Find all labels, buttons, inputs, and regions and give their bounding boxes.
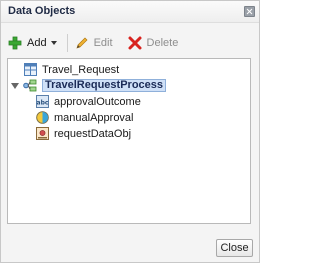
tree-item-label: approvalOutcome [54, 95, 141, 108]
delete-label: Delete [146, 37, 179, 49]
data-objects-tree[interactable]: Travel_Request TravelRequestProcess abc [7, 58, 251, 224]
edit-label: Edit [93, 37, 113, 49]
delete-button[interactable]: Delete [125, 32, 185, 54]
tree-item-travel-request[interactable]: Travel_Request [24, 62, 119, 77]
plus-icon [7, 35, 23, 51]
add-button[interactable]: Add [5, 32, 63, 54]
svg-text:abc: abc [37, 100, 49, 107]
pencil-icon [74, 35, 90, 51]
expand-triangle-icon[interactable] [11, 82, 19, 89]
add-label: Add [27, 37, 47, 49]
table-icon [24, 63, 37, 76]
delete-x-icon [127, 35, 143, 51]
tree-item-label: manualApproval [54, 111, 134, 124]
tree-item-request-data-obj[interactable]: requestDataObj [36, 126, 131, 141]
data-objects-dialog: Data Objects Add Edit Delete Travel_Requ… [0, 0, 260, 263]
dialog-titlebar: Data Objects [1, 1, 259, 23]
close-icon[interactable] [244, 6, 255, 17]
chevron-down-icon [50, 41, 57, 45]
close-button[interactable]: Close [216, 239, 253, 257]
tree-item-label: Travel_Request [42, 63, 120, 76]
business-object-icon [36, 127, 49, 140]
tree-item-travel-request-process[interactable]: TravelRequestProcess [11, 78, 167, 93]
edit-button[interactable]: Edit [72, 32, 119, 54]
boolean-var-icon [36, 111, 49, 124]
dialog-title: Data Objects [8, 5, 76, 17]
tree-item-label: TravelRequestProcess [42, 79, 167, 92]
toolbar: Add Edit Delete [5, 32, 184, 54]
toolbar-separator [66, 34, 68, 52]
tree-item-manual-approval[interactable]: manualApproval [36, 110, 134, 125]
process-icon [23, 79, 37, 92]
tree-item-approval-outcome[interactable]: abc approvalOutcome [36, 94, 141, 109]
tree-item-label: requestDataObj [54, 127, 132, 140]
string-var-icon: abc [36, 95, 49, 108]
